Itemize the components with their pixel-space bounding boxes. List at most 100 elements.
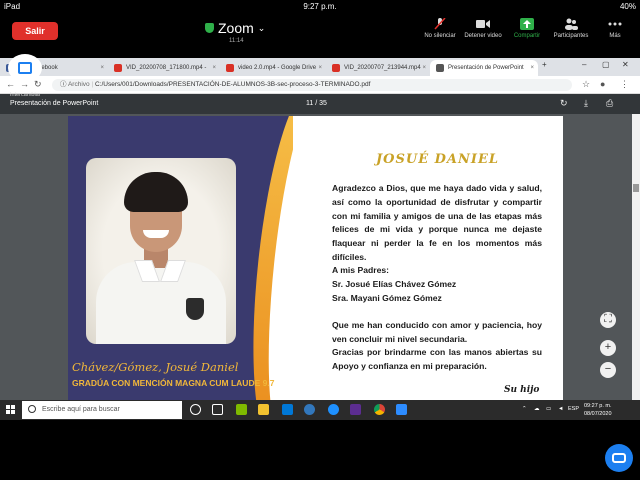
student-name: Chávez/Gómez, Josué Daniel [72,360,239,374]
stop-video-button[interactable]: Detener video [458,18,508,39]
vertical-scrollbar[interactable] [632,114,640,400]
minimize-icon[interactable]: – [582,60,586,69]
video-favicon-icon [114,64,122,72]
student-photo [86,158,236,344]
close-icon[interactable]: × [422,60,426,76]
internet-explorer-icon[interactable] [328,404,339,415]
new-tab-icon[interactable]: + [542,60,547,69]
more-icon [608,22,622,26]
file-explorer-icon[interactable] [258,404,269,415]
meeting-title[interactable]: Zoom ⌄ [205,20,265,36]
share-label: Compartir [513,33,541,39]
page-indicator: 11 / 35 [306,100,327,107]
fit-page-button[interactable]: ⛶ [600,312,616,328]
tab-video-1[interactable]: VID_20200708_171800.mp4 - × [108,60,220,76]
swap-label: Intercambiar [10,92,41,98]
network-icon[interactable]: ▭ [546,406,551,412]
more-button[interactable]: Más [590,18,640,39]
mail-icon[interactable] [282,404,293,415]
browser-tab-strip: ...on Facebook × VID_20200708_171800.mp4… [0,58,640,76]
windows-start-icon[interactable] [6,405,16,415]
ipad-status-bar: iPad 9:27 p.m. 40% [0,0,640,14]
meeting-elapsed: 11:14 [229,38,244,44]
video-favicon-icon [332,64,340,72]
search-placeholder: Escribe aquí para buscar [42,406,120,413]
document-favicon-icon [436,64,444,72]
download-icon[interactable]: ⤓ [584,98,588,109]
share-icon [520,18,534,30]
tab-powerpoint-pdf[interactable]: Presentación de PowerPoint × [430,60,538,76]
language-indicator[interactable]: ESP [568,406,579,412]
tab-google-drive[interactable]: video 2.0.mp4 - Google Drive × [220,60,326,76]
tab-label: video 2.0.mp4 - Google Drive [238,65,317,71]
remote-control-button[interactable] [8,54,42,82]
share-button[interactable]: Compartir [502,18,552,39]
remote-control-icon [18,62,32,74]
participants-button[interactable]: Participantes [546,18,596,39]
info-icon: ⓘ [60,81,68,88]
taskbar-time: 09:27 p. m. [584,403,612,409]
print-icon[interactable]: ⎙ [606,98,613,109]
task-view-icon[interactable] [212,404,223,415]
search-icon [28,405,36,413]
tab-label: VID_20200708_171800.mp4 - [126,65,207,71]
tab-video-2[interactable]: VID_20200707_213944.mp4 × [326,60,430,76]
cloud-icon[interactable]: ☁ [534,406,540,412]
pdf-document-area[interactable]: Chávez/Gómez, Josué Daniel GRADÚA CON ME… [0,114,640,400]
back-icon[interactable]: ← [6,79,15,89]
thanks-paragraph: Gracias por brindarme con las manos abie… [332,347,542,371]
volume-icon[interactable]: ◄ [558,406,563,412]
chrome-icon[interactable] [374,404,385,415]
rotate-icon[interactable]: ↻ [560,98,568,109]
gratitude-paragraph: Agradezco a Dios, que me haya dado vida … [332,183,542,262]
star-icon[interactable]: ☆ [582,79,590,90]
tray-up-icon[interactable]: ⌃ [522,406,527,412]
app-icon[interactable] [236,404,247,415]
stop-video-label: Detener video [464,33,502,39]
scroll-thumb[interactable] [633,184,639,192]
zoom-app-icon[interactable] [396,404,407,415]
reload-icon[interactable]: ↻ [34,79,42,90]
zoom-in-button[interactable]: + [600,340,616,356]
chevron-down-icon: ⌄ [257,22,266,33]
leave-button[interactable]: Salir [12,22,58,40]
school-badge-icon [186,298,204,320]
shield-icon [205,23,214,33]
taskbar-clock[interactable]: 09:27 p. m. 08/07/2020 [584,402,612,418]
teams-icon[interactable] [350,404,361,415]
chat-icon [612,453,626,463]
participants-label: Participantes [553,33,589,39]
tab-label: VID_20200707_213944.mp4 [344,65,421,71]
ipad-clock: 9:27 p.m. [303,2,337,11]
signature: Su hijo [504,385,540,395]
slide-left-panel: Chávez/Gómez, Josué Daniel GRADÚA CON ME… [68,116,293,400]
graduation-honors: GRADÚA CON MENCIÓN MAGNA CUM LAUDE 9.7 [72,378,275,388]
more-label: Más [609,33,621,39]
close-icon[interactable]: × [100,60,104,76]
maximize-icon[interactable]: ▢ [602,60,610,69]
pdf-toolbar: Presentación de PowerPoint 11 / 35 ↻ ⤓ ⎙ [0,94,640,114]
slide-page: Chávez/Gómez, Josué Daniel GRADÚA CON ME… [68,116,563,400]
profile-icon[interactable]: ● [600,79,605,89]
video-favicon-icon [226,64,234,72]
taskbar-search-box[interactable]: Escribe aquí para buscar [22,401,182,419]
url-field[interactable]: ⓘ Archivo | C:/Users/001/Downloads/PRESE… [52,79,572,91]
menu-icon[interactable]: ⋮ [620,79,629,90]
unmute-label: No silenciar [424,33,456,39]
mother-name: Sra. Mayani Gómez Gómez [332,293,442,303]
edge-icon[interactable] [304,404,315,415]
url-text: C:/Users/001/Downloads/PRESENTACIÓN-DE-A… [94,81,371,88]
screen: iPad 9:27 p.m. 40% Salir Zoom ⌄ 11:14 No… [0,0,640,480]
zoom-out-button[interactable]: − [600,362,616,378]
close-icon[interactable]: × [530,60,534,76]
close-window-icon[interactable]: ✕ [622,60,629,69]
chat-button[interactable] [605,444,633,472]
parents-title: A mis Padres: [332,265,389,275]
cortana-icon[interactable] [190,404,201,415]
taskbar-date: 08/07/2020 [584,411,612,417]
windows-taskbar: Escribe aquí para buscar ⌃ ☁ ▭ ◄ ESP 09:… [0,400,640,420]
close-icon[interactable]: × [212,60,216,76]
close-icon[interactable]: × [318,60,322,76]
address-bar: ← → ↻ ⓘ Archivo | C:/Users/001/Downloads… [0,76,640,94]
video-icon [476,20,490,28]
